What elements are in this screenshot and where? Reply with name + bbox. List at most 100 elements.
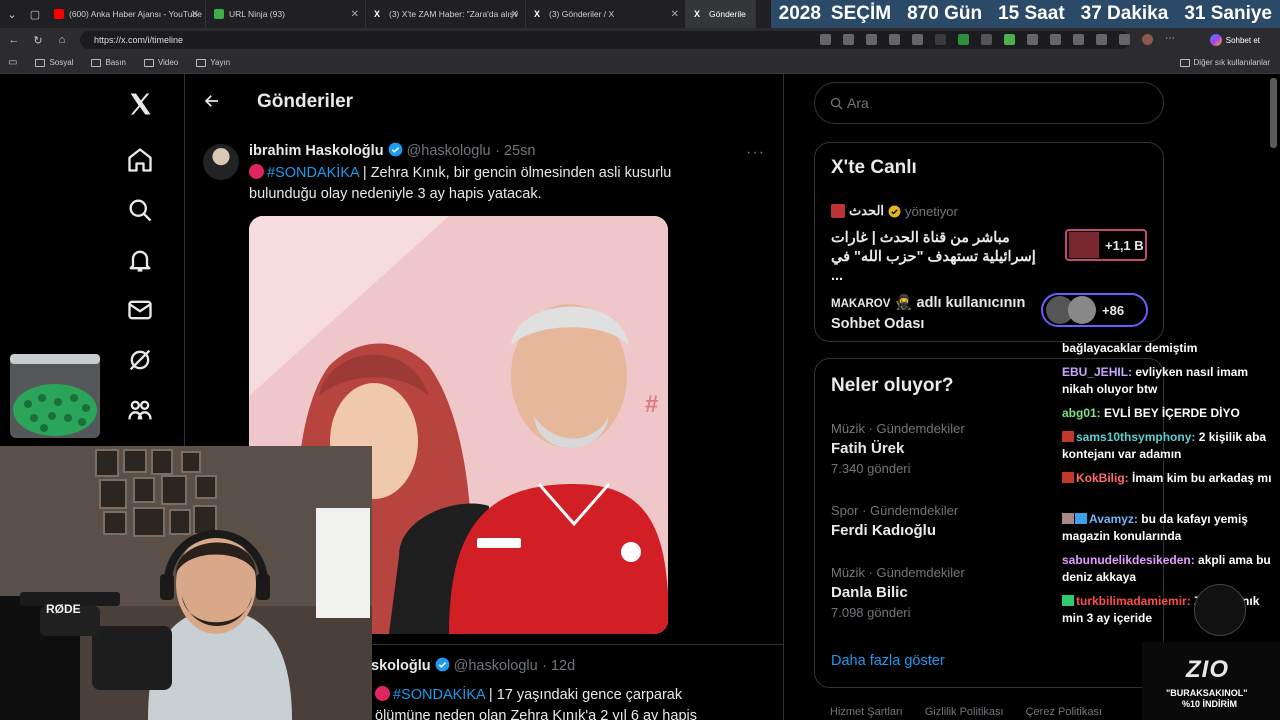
browser-tab[interactable]: X (3) X'te ZAM Haber: "Zara'da alışv ✕ <box>366 0 526 28</box>
countdown-days: 870 Gün <box>907 3 983 24</box>
trend-item[interactable]: Spor · Gündemdekiler Ferdi Kadıoğlu <box>831 503 958 539</box>
sponsor-logo: ZIO <box>1186 656 1229 683</box>
browser-tab-active[interactable]: X Gönderile <box>686 0 756 28</box>
tweet-text: #SONDAKİKA | 17 yaşındaki gence çarparak… <box>375 686 697 720</box>
space-thumbnail <box>1069 232 1099 258</box>
back-arrow-icon[interactable] <box>203 92 221 110</box>
messages-icon[interactable] <box>126 296 154 324</box>
chat-message: sams10thsymphony: 2 kişilik aba kontejan… <box>1062 430 1267 461</box>
avatar-emoji: 🥷 <box>894 295 913 311</box>
footer-links: Hizmet Şartları Gizlilik Politikası Çere… <box>830 706 1102 718</box>
author-name[interactable]: skoloğlu <box>371 658 431 674</box>
close-tab-icon[interactable]: ✕ <box>511 9 519 20</box>
space-host[interactable]: الحدث yönetiyor <box>831 203 958 219</box>
footer-link[interactable]: Gizlilik Politikası <box>925 706 1004 718</box>
trend-item[interactable]: Müzik · Gündemdekiler Fatih Ürek 7.340 g… <box>831 421 965 476</box>
verified-gold-badge-icon <box>888 205 901 217</box>
reload-icon[interactable]: ↻ <box>26 34 50 47</box>
browser-tab[interactable]: URL Ninja (93) ✕ <box>206 0 366 28</box>
author-handle[interactable]: @haskologlu <box>454 658 538 674</box>
x-logo-icon[interactable] <box>126 90 154 118</box>
extension-icon[interactable] <box>935 34 946 45</box>
chat-message: Avamyz: bu da kafayı yemiş magazin konul… <box>1062 512 1248 543</box>
author-handle[interactable]: @haskologlu <box>407 143 491 159</box>
folder-icon <box>196 58 207 67</box>
bookmark-folder[interactable]: Basın <box>91 58 126 67</box>
profile-avatar[interactable] <box>1142 34 1153 45</box>
extension-icon[interactable] <box>981 34 992 45</box>
chat-message: abg01: EVLİ BEY İÇERDE DİYO <box>1062 406 1240 420</box>
folder-icon <box>143 58 154 67</box>
extension-icon[interactable] <box>912 34 923 45</box>
countdown-hours: 15 Saat <box>998 3 1065 24</box>
tab-actions-icon[interactable]: ▢ <box>24 8 46 21</box>
hashtag-link[interactable]: #SONDAKİKA <box>267 165 359 181</box>
close-tab-icon[interactable]: ✕ <box>671 9 679 20</box>
room-participants-badge[interactable]: +86 <box>1041 293 1148 327</box>
downloads-icon[interactable] <box>1119 34 1130 45</box>
author-name[interactable]: ibrahim Haskoloğlu <box>249 143 384 159</box>
webcam-image <box>0 446 372 720</box>
extension-icon[interactable] <box>820 34 831 45</box>
countdown-minutes: 37 Dakika <box>1080 3 1169 24</box>
hashtag-link[interactable]: #SONDAKİKA <box>393 687 485 703</box>
show-more-link[interactable]: Daha fazla göster <box>831 653 945 669</box>
page-title: Gönderiler <box>257 91 354 112</box>
badge-icon <box>1062 431 1074 442</box>
folder-icon <box>35 58 46 67</box>
split-view-icon[interactable] <box>1050 34 1061 45</box>
zoom-icon[interactable] <box>843 34 854 45</box>
live-card-title: X'te Canlı <box>831 157 917 178</box>
refresh-fab[interactable] <box>1194 584 1246 636</box>
space-listeners-badge[interactable]: +1,1 B <box>1065 229 1147 261</box>
microphone-brand: RØDE <box>46 602 81 616</box>
chat-room-title[interactable]: MAKAROV 🥷 adlı kullanıcının Sohbet Odası <box>831 293 1031 334</box>
extension-icon[interactable] <box>958 34 969 45</box>
trend-item[interactable]: Müzik · Gündemdekiler Danla Bilic 7.098 … <box>831 565 965 620</box>
scrollbar[interactable] <box>1270 78 1277 148</box>
footer-link[interactable]: Çerez Politikası <box>1026 706 1102 718</box>
home-icon[interactable]: ⌂ <box>50 34 74 46</box>
avatar[interactable] <box>203 144 239 180</box>
badge-icon <box>1062 595 1074 606</box>
close-tab-icon[interactable]: ✕ <box>351 9 359 20</box>
tweet-text: #SONDAKİKA | Zehra Kınık, bir gencin ölm… <box>249 164 672 202</box>
search-icon <box>830 97 843 110</box>
tab-list-button[interactable]: ⌄ <box>0 8 24 21</box>
translate-icon[interactable] <box>866 34 877 45</box>
search-placeholder: Ara <box>847 95 869 111</box>
browser-tab[interactable]: X (3) Gönderiler / X ✕ <box>526 0 686 28</box>
back-icon[interactable]: ← <box>2 34 26 46</box>
search-icon[interactable] <box>126 196 154 224</box>
other-bookmarks[interactable]: Diğer sık kullanılanlar <box>1179 58 1270 67</box>
home-icon[interactable] <box>126 146 154 174</box>
bookmark-folder[interactable]: Sosyal <box>35 58 73 67</box>
star-icon[interactable] <box>889 34 900 45</box>
search-input[interactable]: Ara <box>814 82 1164 124</box>
badge-icon <box>1062 472 1074 483</box>
communities-icon[interactable] <box>126 396 154 424</box>
more-options-icon[interactable]: ··· <box>746 144 765 162</box>
grok-icon[interactable] <box>126 346 154 374</box>
bookmark-folder[interactable]: Yayın <box>196 58 230 67</box>
candy-jar-image <box>10 354 100 438</box>
extension-icon[interactable] <box>1027 34 1038 45</box>
footer-link[interactable]: Hizmet Şartları <box>830 706 903 718</box>
copilot-chat-button[interactable]: Sohbet et <box>1204 32 1266 48</box>
tweet-time[interactable]: · 12d <box>542 658 575 674</box>
bookmark-folder[interactable]: Video <box>143 58 178 67</box>
bookmark-menu-icon[interactable]: ▭ <box>8 57 17 68</box>
favorites-icon[interactable] <box>1073 34 1084 45</box>
space-title[interactable]: مباشر من قناة الحدث | غارات إسرائيلية تس… <box>831 229 1046 286</box>
close-tab-icon[interactable]: ✕ <box>191 9 199 20</box>
promo-discount: %10 İNDİRİM <box>1182 699 1238 709</box>
site-icon <box>214 9 224 19</box>
election-countdown-overlay: 2028 SEÇİM 870 Gün 15 Saat 37 Dakika 31 … <box>770 0 1280 28</box>
notifications-icon[interactable] <box>126 246 154 274</box>
copilot-icon <box>1209 34 1222 46</box>
extension-icon[interactable] <box>1004 34 1015 45</box>
menu-icon[interactable]: ⋯ <box>1165 34 1176 45</box>
collections-icon[interactable] <box>1096 34 1107 45</box>
tweet-time[interactable]: · 25sn <box>495 143 535 159</box>
browser-tab[interactable]: (600) Anka Haber Ajansı - YouTube ✕ <box>46 0 206 28</box>
